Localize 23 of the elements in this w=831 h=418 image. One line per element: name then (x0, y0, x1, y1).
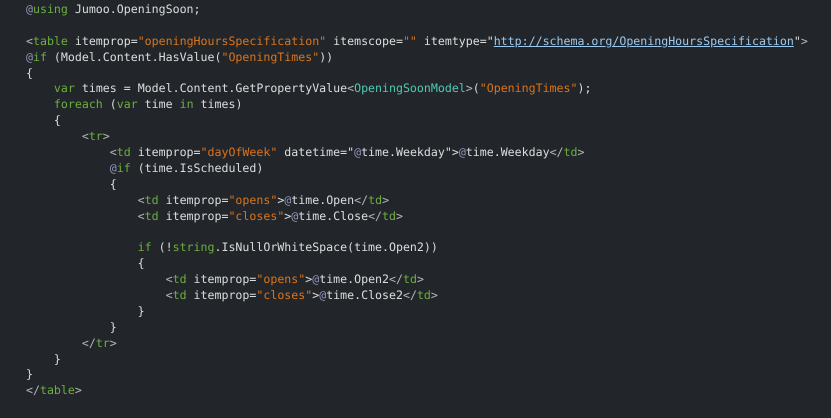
code-line: </table> (26, 383, 82, 400)
code-line: var times = Model.Content.GetPropertyValue<OpeningSoonModel>("OpeningTimes"); (52, 81, 592, 98)
code-line: <td itemprop="closes">@time.Close</td> (136, 208, 403, 224)
code-line: } (26, 367, 33, 384)
code-line: if (!string.IsNullOrWhiteSpace(time.Open2)) (136, 240, 438, 256)
code-line: { (108, 176, 117, 193)
code-line: </tr> (80, 336, 117, 352)
code-line: <td itemprop="opens">@time.Open2</td> (164, 272, 424, 288)
code-line: { (52, 113, 61, 130)
code-line: <td itemprop="closes">@time.Close2</td> (164, 288, 438, 304)
code-line: { (26, 66, 33, 82)
code-line: <tr> (80, 129, 110, 146)
code-line: <td itemprop="dayOfWeek" datetime="@time.Weekday">@time.Weekday</td> (108, 145, 584, 161)
code-line: @if (Model.Content.HasValue("OpeningTimes")) (26, 50, 334, 66)
code-line: <table itemprop="openingHoursSpecification" itemscope="" itemtype="http://schema.org/OpeningHoursSpecification"> (26, 34, 808, 50)
code-line: } (136, 304, 145, 320)
code-line: @using Jumoo.OpeningSoon; (26, 2, 201, 18)
code-line: { (136, 256, 145, 272)
code-line: foreach (var time in times) (52, 97, 242, 114)
code-line: } (108, 320, 117, 336)
code-line: } (52, 352, 61, 368)
code-line: @if (time.IsScheduled) (108, 160, 264, 177)
code-line: <td itemprop="opens">@time.Open</td> (136, 192, 390, 209)
